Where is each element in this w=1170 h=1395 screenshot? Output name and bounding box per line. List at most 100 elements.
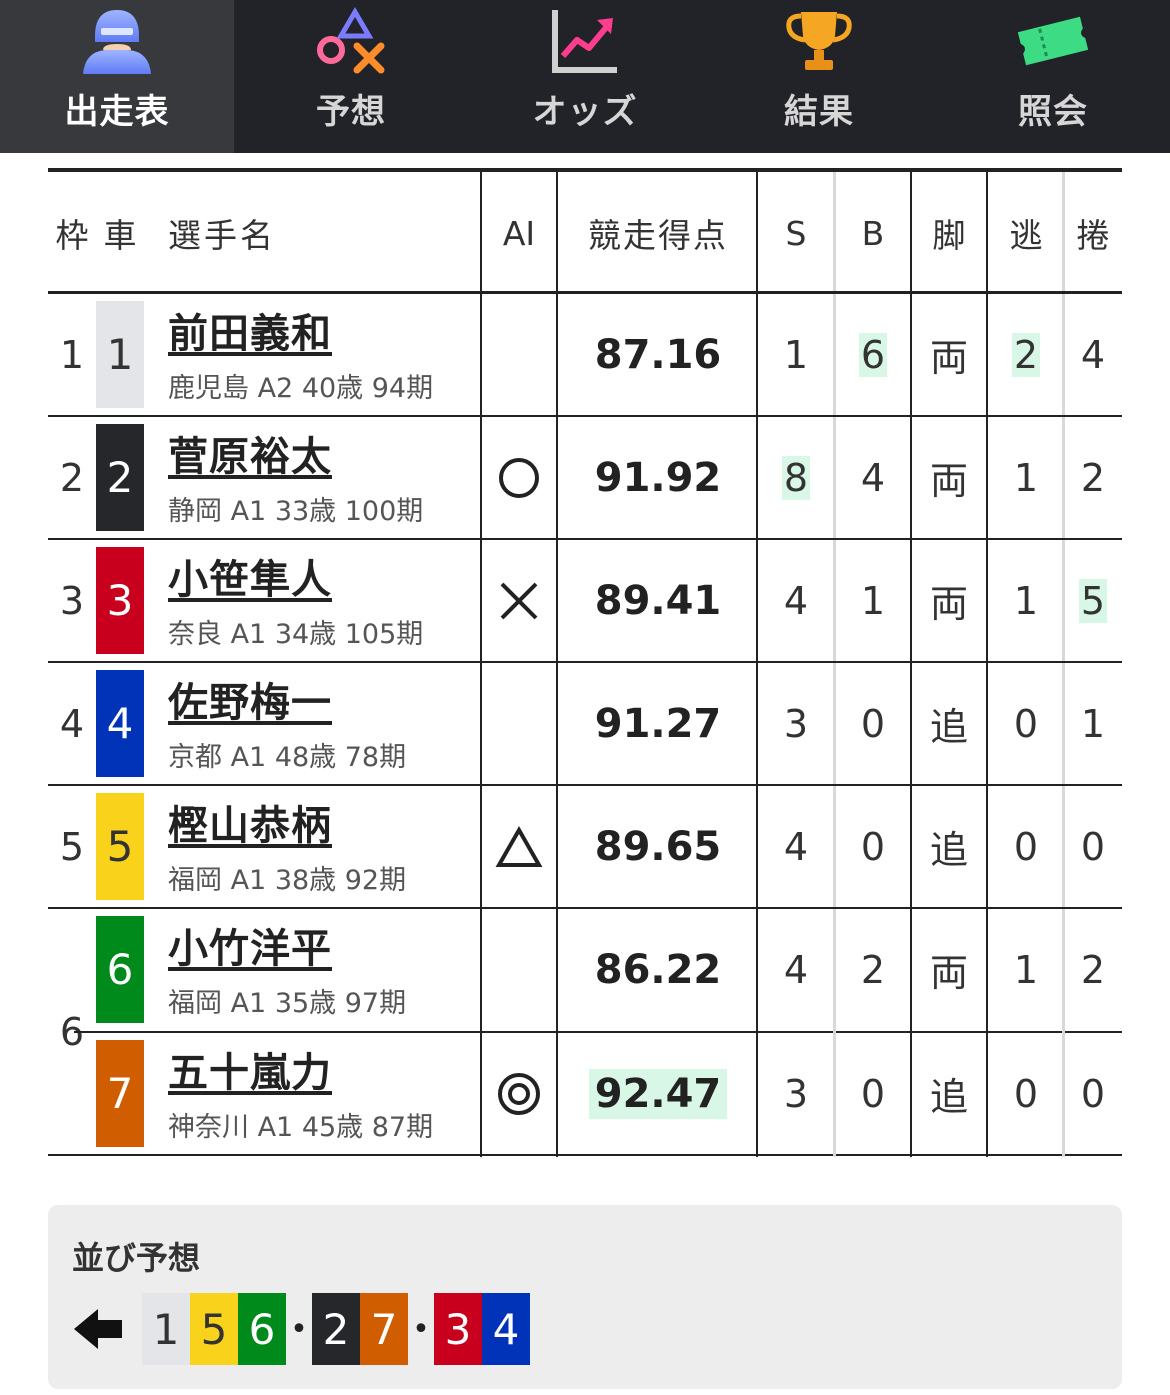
escape-count: 0 — [1013, 701, 1039, 746]
start-count: 3 — [783, 701, 809, 746]
race-score: 91.92 — [594, 454, 722, 501]
line-prediction-order: 1 5 6 • 2 7 • 3 4 — [72, 1293, 530, 1365]
tab-results[interactable]: 結果 — [702, 0, 936, 153]
double-circle-mark-icon — [498, 1072, 540, 1115]
frame-number: 5 — [59, 824, 85, 869]
tab-entry-table[interactable]: 出走表 — [0, 0, 234, 153]
back-count: 4 — [860, 455, 886, 500]
makuri-count: 2 — [1080, 947, 1106, 992]
racer-name-link[interactable]: 小笹隼人 — [168, 554, 478, 606]
start-count: 4 — [783, 947, 809, 992]
frame-number: 4 — [59, 701, 85, 746]
ai-mark — [482, 540, 556, 661]
top-nav: 出走表 予想 オッズ 結果 照会 — [0, 0, 1170, 153]
line-car-chip: 1 — [142, 1293, 190, 1365]
tab-inquiry[interactable]: 照会 — [936, 0, 1170, 153]
race-score: 87.16 — [594, 331, 722, 378]
odds-chart-icon — [552, 10, 617, 73]
table-row: 1 1 前田義和 鹿児島 A2 40歳 94期 87.16 1 6 両 2 4 — [48, 294, 1122, 417]
tab-odds[interactable]: オッズ — [468, 0, 702, 153]
table-row: 6 小竹洋平福岡 A1 35歳 97期 86.22 4 2 両 1 2 — [48, 909, 1122, 1032]
car-number-badge: 2 — [96, 424, 144, 531]
back-count: 2 — [860, 947, 886, 992]
ai-mark — [482, 294, 556, 415]
entry-table: 枠 車 選手名 AI 競走得点 S B 脚 逃 捲 1 1 前田義和鹿児島 A2… — [48, 168, 1122, 1157]
line-car-chip: 3 — [434, 1293, 482, 1365]
table-row: 7 五十嵐力 神奈川 A1 45歳 87期 92.47 3 0 追 0 0 — [48, 1033, 1122, 1156]
back-count: 0 — [860, 824, 886, 869]
racer-profile: 福岡 A1 35歳 97期 — [168, 988, 407, 1019]
car-number-badge: 5 — [96, 793, 144, 900]
back-count: 0 — [860, 701, 886, 746]
running-style: 両 — [929, 951, 968, 995]
running-style: 追 — [929, 828, 968, 872]
makuri-count: 5 — [1078, 578, 1108, 623]
header-b: B — [861, 213, 885, 253]
running-style: 両 — [929, 582, 968, 626]
triangle-mark-icon — [495, 825, 543, 867]
tab-label: 予想 — [316, 92, 386, 132]
header-nige: 逃 — [1009, 216, 1043, 255]
makuri-count: 0 — [1080, 824, 1106, 869]
car-number-badge: 1 — [96, 301, 144, 408]
racer-profile: 神奈川 A1 45歳 87期 — [168, 1112, 434, 1143]
racer-profile: 奈良 A1 34歳 105期 — [168, 619, 424, 650]
line-prediction-title: 並び予想 — [72, 1239, 201, 1277]
line-car-chip: 7 — [360, 1293, 408, 1365]
back-count: 6 — [858, 332, 888, 377]
header-waku: 枠 — [55, 216, 89, 255]
header-score: 競走得点 — [588, 216, 728, 255]
line-separator: • — [412, 1311, 430, 1347]
table-body: 1 1 前田義和鹿児島 A2 40歳 94期 87.16 1 6 両 2 4 2… — [48, 294, 1122, 1157]
frame-number: 2 — [59, 455, 85, 500]
racer-name-link[interactable]: 樫山恭柄 — [168, 800, 478, 852]
frame-number: 1 — [59, 332, 85, 377]
racer-name-link[interactable]: 前田義和 — [168, 308, 478, 360]
escape-count: 0 — [1013, 824, 1039, 869]
ai-mark — [482, 417, 556, 538]
frame-group: 6 6 小竹洋平 福岡 A1 35歳 97期 86.22 4 2 両 1 2 7 … — [48, 909, 1122, 1157]
line-separator: • — [290, 1311, 308, 1347]
running-style: 追 — [929, 1075, 968, 1119]
header-kyaku: 脚 — [932, 216, 966, 255]
escape-count: 1 — [1013, 578, 1039, 623]
circle-mark-icon — [499, 457, 539, 498]
line-prediction-panel: 並び予想 1 5 6 • 2 7 • 3 4 — [48, 1205, 1122, 1389]
escape-count: 1 — [1013, 947, 1039, 992]
header-sashi: 捲 — [1076, 216, 1110, 255]
racer-profile: 京都 A1 48歳 78期 — [168, 742, 407, 773]
running-style: 追 — [929, 705, 968, 749]
car-number-badge: 6 — [96, 916, 144, 1023]
car-number-badge: 3 — [96, 547, 144, 654]
racer-name-link[interactable]: 小竹洋平 — [168, 923, 478, 975]
start-count: 8 — [781, 455, 811, 500]
escape-count: 1 — [1013, 455, 1039, 500]
escape-count: 2 — [1011, 332, 1041, 377]
ai-mark — [482, 909, 556, 1030]
table-header: 枠 車 選手名 AI 競走得点 S B 脚 逃 捲 — [48, 168, 1122, 294]
start-count: 1 — [783, 332, 809, 377]
race-score: 86.22 — [594, 946, 722, 993]
header-ai: AI — [502, 213, 536, 253]
ticket-icon — [1017, 16, 1089, 66]
racer-name-link[interactable]: 菅原裕太 — [168, 431, 478, 483]
racer-profile: 鹿児島 A2 40歳 94期 — [168, 373, 434, 404]
racer-name-link[interactable]: 佐野梅一 — [168, 677, 478, 729]
racer-name-link[interactable]: 五十嵐力 — [168, 1047, 478, 1099]
racer-helmet-icon — [83, 10, 151, 74]
back-count: 1 — [860, 578, 886, 623]
racer-profile: 福岡 A1 38歳 92期 — [168, 865, 407, 896]
line-car-chip: 2 — [312, 1293, 360, 1365]
prediction-symbols-icon — [317, 7, 385, 74]
race-score: 92.47 — [588, 1068, 728, 1119]
race-score: 89.41 — [594, 577, 722, 624]
tab-prediction[interactable]: 予想 — [234, 0, 468, 153]
escape-count: 0 — [1013, 1071, 1039, 1116]
frame-number: 3 — [59, 578, 85, 623]
table-row: 3 3 小笹隼人 奈良 A1 34歳 105期 89.41 4 1 両 1 5 — [48, 540, 1122, 663]
car-number-badge: 7 — [96, 1040, 144, 1147]
racer-profile: 静岡 A1 33歳 100期 — [168, 496, 424, 527]
running-style: 両 — [929, 459, 968, 503]
makuri-count: 4 — [1080, 332, 1106, 377]
tab-label: 出走表 — [64, 92, 170, 132]
